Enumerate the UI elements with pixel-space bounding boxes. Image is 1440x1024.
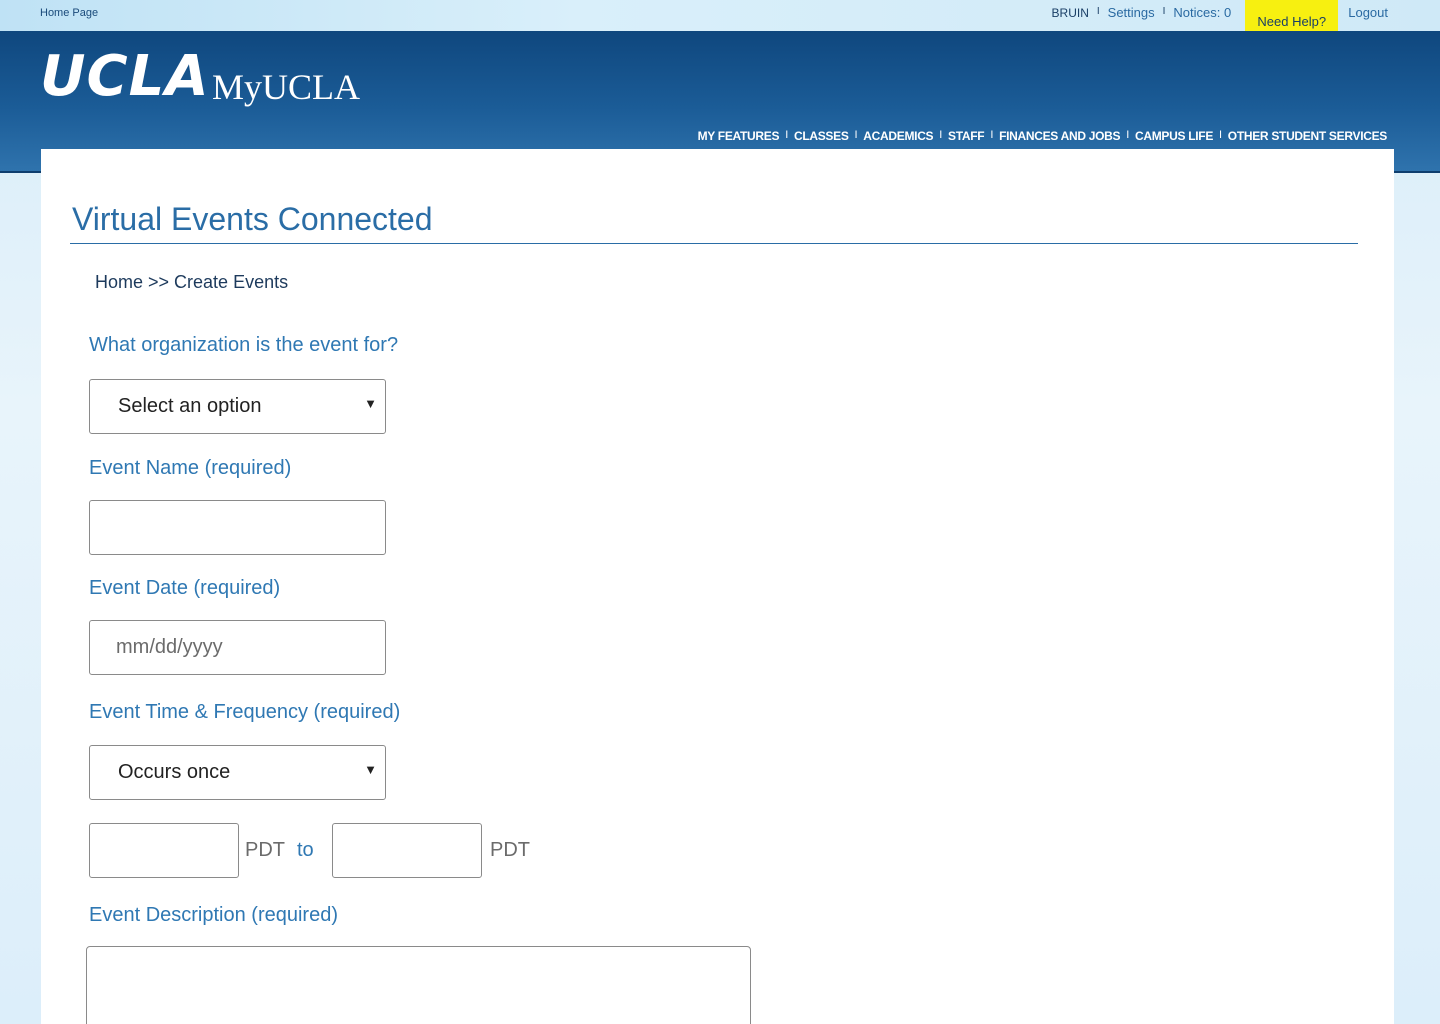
nav-separator: I [854, 129, 858, 141]
start-time-input[interactable] [89, 823, 239, 878]
nav-other-student-services[interactable]: OTHER STUDENT SERVICES [1228, 129, 1388, 143]
organization-label: What organization is the event for? [89, 334, 399, 356]
end-time-input[interactable] [332, 823, 482, 878]
logout-link[interactable]: Logout [1348, 0, 1388, 20]
organization-select[interactable]: Select an option ▼ [89, 379, 386, 434]
event-time-label: Event Time & Frequency (required) [89, 701, 401, 723]
event-description-textarea[interactable] [86, 946, 751, 1024]
dropdown-arrow-icon: ▼ [364, 396, 377, 411]
home-page-link[interactable]: Home Page [40, 7, 98, 19]
breadcrumb[interactable]: Home >> Create Events [95, 272, 288, 293]
time-range-to: to [297, 839, 314, 861]
nav-campus-life[interactable]: CAMPUS LIFE [1135, 129, 1213, 143]
notices-link[interactable]: Notices: 0 [1173, 0, 1231, 20]
nav-finances-and-jobs[interactable]: FINANCES AND JOBS [999, 129, 1120, 143]
nav-separator: I [1219, 129, 1222, 141]
frequency-select[interactable]: Occurs once ▼ [89, 745, 386, 800]
nav-my-features[interactable]: MY FEATURES [698, 129, 780, 143]
utility-bar: Home Page BRUIN I Settings I Notices: 0 … [0, 0, 1440, 43]
event-name-label: Event Name (required) [89, 457, 292, 479]
nav-separator: I [939, 129, 943, 141]
settings-link[interactable]: Settings [1108, 0, 1155, 20]
nav-separator: I [990, 129, 994, 141]
separator: I [1096, 6, 1100, 17]
event-name-input[interactable] [89, 500, 386, 555]
ucla-logo[interactable]: UCLA [40, 47, 210, 107]
nav-separator: I [1126, 129, 1129, 141]
dropdown-arrow-icon: ▼ [364, 762, 377, 777]
end-timezone: PDT [490, 839, 530, 861]
event-date-label: Event Date (required) [89, 577, 281, 599]
user-name: BRUIN [1051, 6, 1089, 20]
myucla-logo[interactable]: MyUCLA [212, 67, 360, 107]
event-date-placeholder: mm/dd/yyyy [116, 636, 223, 658]
nav-staff[interactable]: STAFF [948, 129, 985, 143]
event-description-label: Event Description (required) [89, 904, 338, 926]
utility-links: BRUIN I Settings I Notices: 0 Need Help?… [1051, 0, 1440, 43]
event-date-input[interactable]: mm/dd/yyyy [89, 620, 386, 675]
page-title: Virtual Events Connected [72, 201, 433, 237]
separator: I [1162, 6, 1166, 17]
content-panel: Virtual Events Connected Home >> Create … [41, 149, 1394, 1024]
frequency-select-value: Occurs once [118, 761, 231, 783]
nav-separator: I [785, 129, 788, 141]
nav-academics[interactable]: ACADEMICS [863, 129, 933, 143]
organization-select-value: Select an option [118, 395, 262, 417]
nav-classes[interactable]: CLASSES [794, 129, 849, 143]
start-timezone: PDT [245, 839, 285, 861]
title-divider [70, 243, 1358, 244]
main-nav: MY FEATURES I CLASSES I ACADEMICS I STAF… [698, 129, 1388, 143]
